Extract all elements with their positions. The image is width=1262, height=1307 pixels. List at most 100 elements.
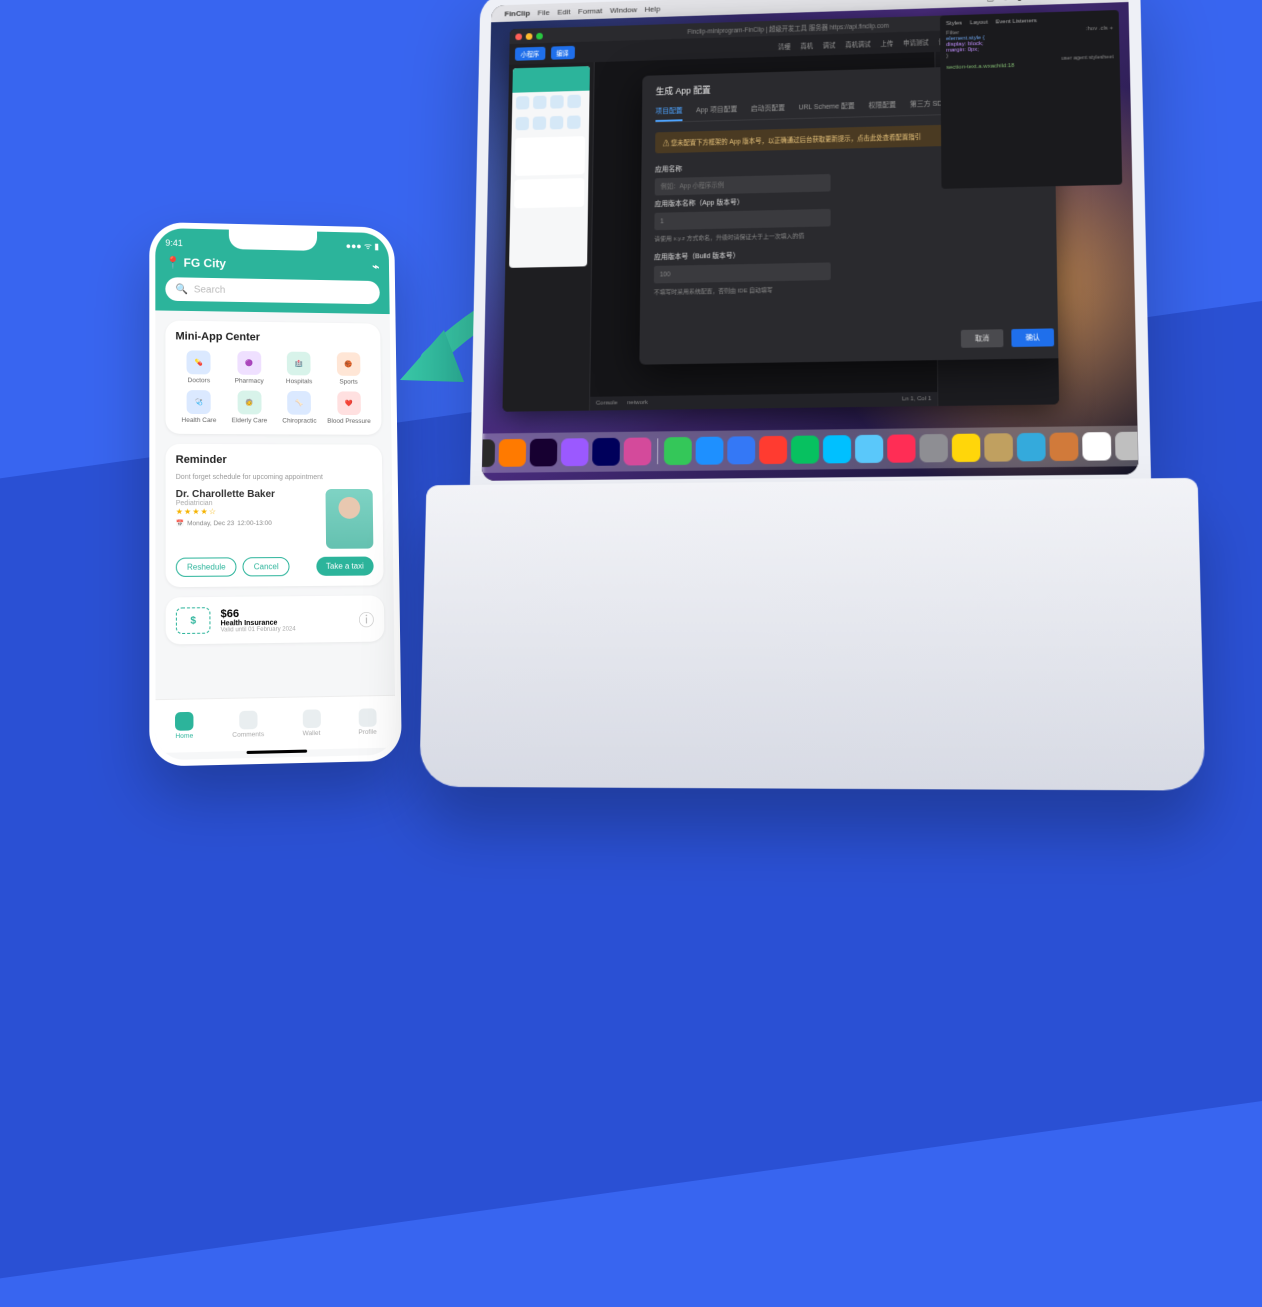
doctor-info: Dr. Charollette Baker Pediatrician ★★★★☆… bbox=[176, 489, 276, 550]
insurance-card[interactable]: $ $66 Health Insurance Valid until 01 Fe… bbox=[166, 595, 385, 644]
status-console[interactable]: Console bbox=[596, 400, 618, 406]
dock-app[interactable] bbox=[1115, 432, 1139, 461]
devtab-styles[interactable]: Styles bbox=[946, 21, 962, 27]
build-label: 应用版本号（Build 版本号） bbox=[654, 244, 1053, 262]
insurance-valid: Valid until 01 February 2024 bbox=[221, 626, 296, 633]
miniapp-item[interactable]: 🧓Elderly Care bbox=[226, 390, 272, 424]
app-name-input[interactable] bbox=[655, 174, 831, 196]
menubar-item[interactable]: Edit bbox=[557, 7, 570, 16]
phone-mockup: 9:41 ●●● ᯤ ▮ 📍 FG City ⌁ 🔍 Search Mini-A… bbox=[149, 222, 402, 767]
miniapp-icon: 🏀 bbox=[337, 352, 361, 376]
phone-status-icons: ●●● ᯤ ▮ bbox=[346, 239, 379, 252]
miniapp-label: Sports bbox=[339, 379, 357, 386]
miniapp-item[interactable]: 🏥Hospitals bbox=[276, 351, 322, 385]
reschedule-button[interactable]: Reshedule bbox=[176, 557, 237, 577]
dock-app[interactable] bbox=[823, 435, 851, 463]
dock-app[interactable] bbox=[1017, 433, 1046, 462]
doctor-date: Monday, Dec 23 bbox=[187, 520, 234, 527]
menubar-item[interactable]: Format bbox=[578, 6, 602, 15]
nav-item-profile[interactable]: Profile bbox=[358, 708, 377, 736]
nav-item-home[interactable]: Home bbox=[175, 712, 193, 740]
modal-tab[interactable]: App 项目配置 bbox=[696, 104, 737, 115]
dock-app[interactable] bbox=[482, 439, 495, 467]
status-network[interactable]: network bbox=[627, 400, 648, 406]
nav-label: Wallet bbox=[303, 730, 321, 738]
menubar-clock[interactable]: Tue 9:41 AM bbox=[1029, 0, 1074, 1]
nav-item-comments[interactable]: Comments bbox=[232, 710, 264, 738]
wifi-icon[interactable]: ᯤ bbox=[1002, 0, 1009, 3]
menubar-item[interactable]: Window bbox=[610, 5, 637, 14]
dock-app[interactable] bbox=[592, 438, 620, 466]
info-icon[interactable]: ⓘ bbox=[358, 606, 374, 630]
dock-app[interactable] bbox=[664, 437, 692, 465]
battery-icon[interactable]: ▮ bbox=[1017, 0, 1021, 1]
toolbar-action[interactable]: 调试 bbox=[823, 40, 836, 50]
miniapp-item[interactable]: 💊Doctors bbox=[175, 350, 222, 384]
dock-app[interactable] bbox=[498, 439, 526, 467]
nav-item-wallet[interactable]: Wallet bbox=[302, 709, 320, 737]
dock-app[interactable] bbox=[791, 435, 819, 463]
search-icon: 🔍 bbox=[175, 284, 187, 295]
dock-app[interactable] bbox=[887, 434, 915, 462]
dock-app[interactable] bbox=[919, 434, 948, 462]
miniapp-card: Mini-App Center 💊Doctors🟣Pharmacy🏥Hospit… bbox=[165, 320, 381, 434]
dock-app[interactable] bbox=[952, 434, 981, 463]
dock-app[interactable] bbox=[1049, 432, 1078, 461]
menubar-item[interactable]: Help bbox=[645, 4, 661, 13]
dock-app[interactable] bbox=[696, 437, 724, 465]
location-row[interactable]: 📍 FG City bbox=[165, 256, 226, 271]
insurance-amount: $66 bbox=[221, 607, 296, 620]
phone-notch bbox=[229, 230, 317, 251]
search-input[interactable]: 🔍 Search bbox=[165, 277, 380, 304]
dev-hov[interactable]: :hov .cls + bbox=[1086, 26, 1113, 33]
traffic-max-icon[interactable] bbox=[536, 32, 543, 39]
dock-app[interactable] bbox=[530, 439, 558, 467]
version-input[interactable] bbox=[654, 209, 830, 230]
modal-tab[interactable]: 项目配置 bbox=[655, 106, 682, 122]
dock-app[interactable] bbox=[561, 438, 589, 466]
modal-tab[interactable]: 权限配置 bbox=[868, 100, 896, 110]
menubar-app[interactable]: FinClip bbox=[504, 8, 530, 17]
miniapp-item[interactable]: 🏀 Sports bbox=[326, 352, 372, 386]
build-input[interactable] bbox=[654, 262, 831, 283]
dock-app[interactable] bbox=[624, 437, 652, 465]
miniapp-label: Hospitals bbox=[286, 378, 312, 385]
modal-tab[interactable]: URL Scheme 配置 bbox=[799, 101, 855, 112]
dock-app[interactable] bbox=[855, 435, 883, 463]
dock-app[interactable] bbox=[727, 436, 755, 464]
dock-app[interactable] bbox=[984, 433, 1013, 462]
dock-app[interactable] bbox=[1082, 432, 1111, 461]
traffic-close-icon[interactable] bbox=[515, 33, 522, 40]
toolbar-action[interactable]: 上传 bbox=[880, 38, 893, 48]
toolbar-tab-main[interactable]: 小程序 bbox=[515, 47, 545, 61]
toolbar-tab-compile[interactable]: 编译 bbox=[550, 46, 574, 60]
toolbar-action[interactable]: 清缓 bbox=[778, 41, 791, 51]
devtab-layout[interactable]: Layout bbox=[970, 20, 988, 26]
traffic-min-icon[interactable] bbox=[526, 33, 533, 40]
menubar-items: File Edit Format Window Help bbox=[538, 4, 661, 16]
miniapp-icon: ❤️ bbox=[337, 391, 361, 415]
ide-center: 生成 App 配置 ✕ 项目配置App 项目配置启动页配置URL Scheme … bbox=[590, 52, 937, 411]
airplay-icon[interactable]: ▢ bbox=[987, 0, 995, 2]
status-cursor: Ln 1, Col 1 bbox=[902, 396, 931, 402]
scan-icon[interactable]: ⌁ bbox=[372, 260, 379, 274]
toolbar-action[interactable]: 真机调试 bbox=[845, 39, 870, 49]
toolbar-action[interactable]: 真机 bbox=[800, 40, 813, 50]
miniapp-item[interactable]: ❤️Blood Pressure bbox=[326, 391, 372, 425]
take-taxi-button[interactable]: Take a taxi bbox=[316, 557, 374, 576]
modal-tab[interactable]: 启动页配置 bbox=[751, 103, 785, 113]
search-placeholder: Search bbox=[194, 284, 226, 295]
devtab-events[interactable]: Event Listeners bbox=[996, 18, 1037, 25]
miniapp-item[interactable]: 🩺Health Care bbox=[176, 390, 223, 424]
menubar-item[interactable]: File bbox=[538, 8, 550, 17]
miniapp-title: Mini-App Center bbox=[175, 330, 370, 344]
toolbar-action[interactable]: 申请测试 bbox=[903, 37, 929, 47]
modal-confirm-button[interactable]: 确认 bbox=[1011, 328, 1054, 347]
miniapp-item[interactable]: 🦴Chiropractic bbox=[276, 391, 322, 425]
dock-app[interactable] bbox=[759, 436, 787, 464]
cancel-appt-button[interactable]: Cancel bbox=[243, 557, 290, 576]
modal-cancel-button[interactable]: 取消 bbox=[961, 329, 1004, 348]
miniapp-icon: 🩺 bbox=[187, 390, 211, 414]
doctor-stars: ★★★★☆ bbox=[176, 507, 275, 516]
miniapp-item[interactable]: 🟣Pharmacy bbox=[226, 351, 272, 385]
